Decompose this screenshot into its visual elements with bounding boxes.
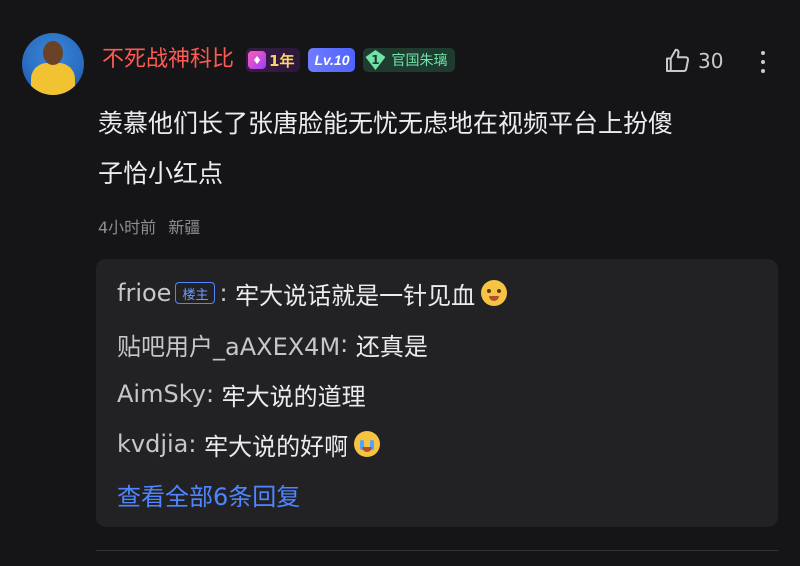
reply-separator: :	[205, 380, 222, 408]
thread-owner-tag: 楼主	[175, 282, 216, 304]
reply-text: 牢大说的好啊	[204, 432, 349, 461]
reply-author[interactable]: kvdjia	[117, 430, 188, 458]
reply-item[interactable]: frioe 楼主 : 牢大说话就是一针见血	[117, 276, 508, 310]
reply-author[interactable]: 贴吧用户_aAXEX4M	[117, 327, 340, 362]
avatar-head	[43, 41, 63, 65]
reply-text: 牢大说话就是一针见血	[235, 281, 476, 310]
view-all-replies-link[interactable]: 查看全部6条回复	[117, 477, 300, 512]
comment-content: 羡慕他们长了张唐脸能无忧无虑地在视频平台上扮傻 子恰小红点	[98, 106, 778, 191]
like-button[interactable]: 30	[662, 46, 723, 76]
comment-location: 新疆	[168, 218, 201, 237]
reply-panel[interactable]: frioe 楼主 : 牢大说话就是一针见血 贴吧用户_aAXEX4M : 还真是…	[96, 259, 778, 527]
reply-separator: :	[340, 330, 356, 358]
reply-separator: :	[188, 430, 205, 458]
thumbs-up-icon	[666, 48, 690, 72]
more-options-icon[interactable]	[748, 46, 778, 78]
shield-icon: 1	[365, 50, 386, 70]
official-badge[interactable]: 1 官国朱璃	[363, 48, 456, 72]
comment-meta: 4小时前 新疆	[98, 214, 200, 238]
avatar-jersey	[31, 63, 75, 95]
official-badge-label: 官国朱璃	[391, 53, 448, 69]
comment-text-line-1: 羡慕他们长了张唐脸能无忧无虑地在视频平台上扮傻	[98, 109, 674, 138]
user-avatar[interactable]	[22, 33, 84, 95]
member-year-label: 1年	[269, 51, 295, 70]
reply-separator: :	[219, 279, 236, 307]
diamond-icon: ♦	[248, 51, 267, 69]
comment-text-line-2: 子恰小红点	[98, 159, 224, 188]
reply-item[interactable]: 贴吧用户_aAXEX4M : 还真是	[117, 327, 428, 361]
reply-text: 还真是	[355, 332, 428, 361]
username[interactable]: 不死战神科比	[102, 44, 234, 76]
divider	[96, 550, 778, 551]
like-count: 30	[698, 49, 724, 73]
reply-item[interactable]: AimSky : 牢大说的道理	[117, 377, 366, 411]
comment-time: 4小时前	[98, 218, 157, 237]
level-badge[interactable]: Lv.10	[308, 48, 356, 72]
crying-emoji-icon	[354, 431, 381, 457]
grin-sweat-emoji-icon	[481, 280, 508, 306]
reply-author[interactable]: frioe	[117, 279, 171, 307]
reply-item[interactable]: kvdjia : 牢大说的好啊	[117, 427, 381, 461]
reply-author[interactable]: AimSky	[117, 380, 206, 408]
comment-header: 不死战神科比 ♦ 1年 Lv.10 1 官国朱璃	[102, 44, 456, 76]
member-year-badge[interactable]: ♦ 1年	[246, 48, 301, 72]
reply-text: 牢大说的道理	[221, 382, 366, 411]
